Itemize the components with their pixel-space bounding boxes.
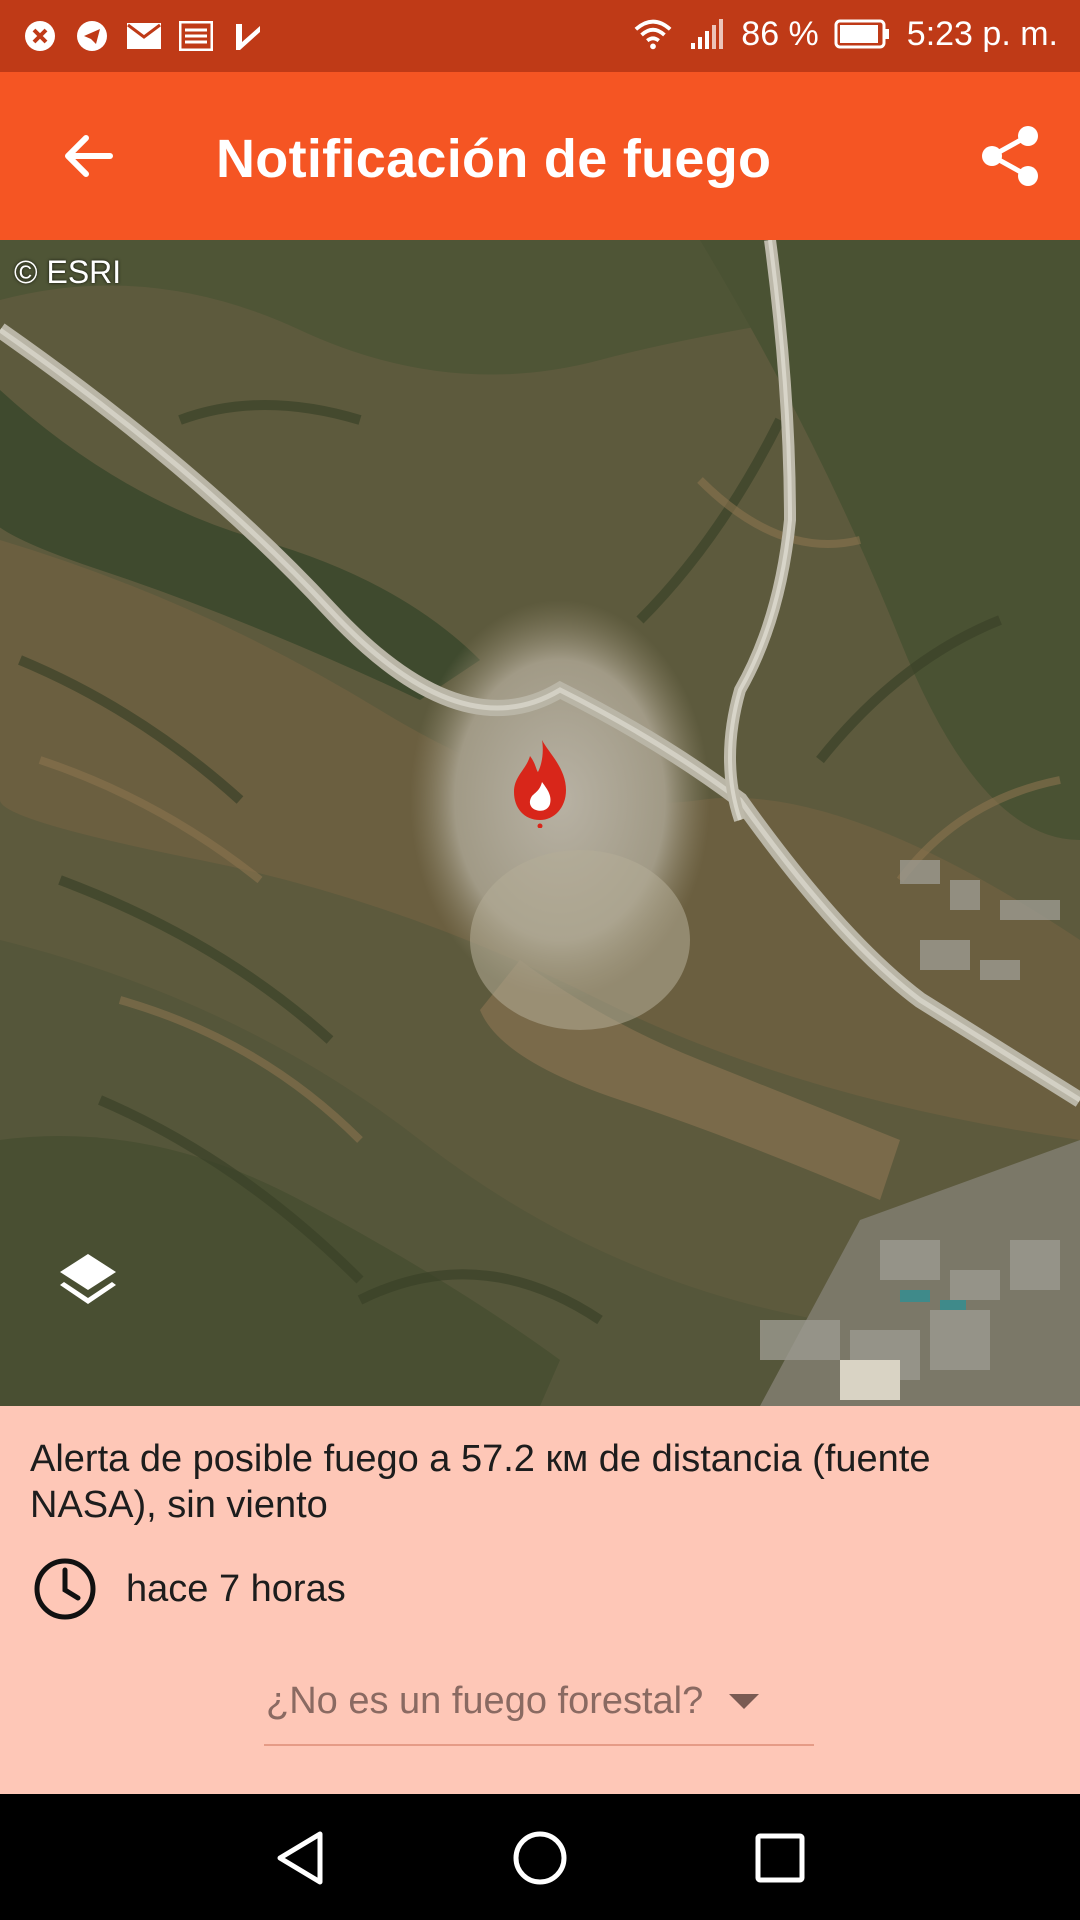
arrow-back-icon — [65, 135, 113, 177]
layers-button[interactable] — [56, 1250, 126, 1320]
alert-time-row: hace 7 horas — [32, 1554, 346, 1624]
notification-icons — [20, 16, 268, 56]
back-button[interactable] — [48, 116, 128, 196]
nav-home-button[interactable] — [504, 1822, 576, 1894]
back-triangle-icon — [277, 1831, 323, 1885]
satellite-map[interactable]: © ESRI — [0, 240, 1080, 1406]
clock-time: 5:23 p. m. — [906, 14, 1058, 53]
clock-icon — [34, 1558, 96, 1620]
alert-time: hace 7 horas — [126, 1567, 346, 1610]
recents-square-icon — [755, 1833, 805, 1883]
wifi-icon — [633, 14, 673, 54]
alert-text: Alerta de posible fuego a 57.2 км de dis… — [30, 1438, 931, 1526]
system-status: 86 % 5:23 p. m. — [633, 14, 1058, 54]
not-forest-fire-dropdown[interactable]: ¿No es un fuego forestal? — [264, 1658, 814, 1746]
nav-recents-button[interactable] — [744, 1822, 816, 1894]
map-attribution: © ESRI — [14, 254, 122, 290]
dropdown-label: ¿No es un fuego forestal? — [266, 1679, 704, 1722]
dropdown-arrow-icon — [729, 1693, 760, 1709]
close-circle-icon — [20, 16, 60, 56]
battery-percent: 86 % — [741, 14, 819, 53]
battery-icon — [833, 14, 893, 54]
app-bar: Notificación de fuego — [0, 72, 1080, 240]
telegram-icon — [72, 16, 112, 56]
signal-icon — [687, 14, 727, 54]
alert-panel: Alerta de posible fuego a 57.2 км de dis… — [0, 1406, 1080, 1794]
nav-back-button[interactable] — [264, 1822, 336, 1894]
news-icon — [176, 16, 216, 56]
layers-icon — [60, 1254, 116, 1304]
check-icon — [228, 16, 268, 56]
mail-icon — [124, 16, 164, 56]
page-title: Notificación de fuego — [216, 129, 772, 189]
status-bar: 86 % 5:23 p. m. — [0, 0, 1080, 72]
share-button[interactable] — [970, 116, 1050, 196]
home-circle-icon — [513, 1831, 567, 1885]
system-nav-bar — [0, 1794, 1080, 1920]
share-icon — [982, 126, 1038, 186]
fire-icon[interactable] — [508, 738, 572, 829]
